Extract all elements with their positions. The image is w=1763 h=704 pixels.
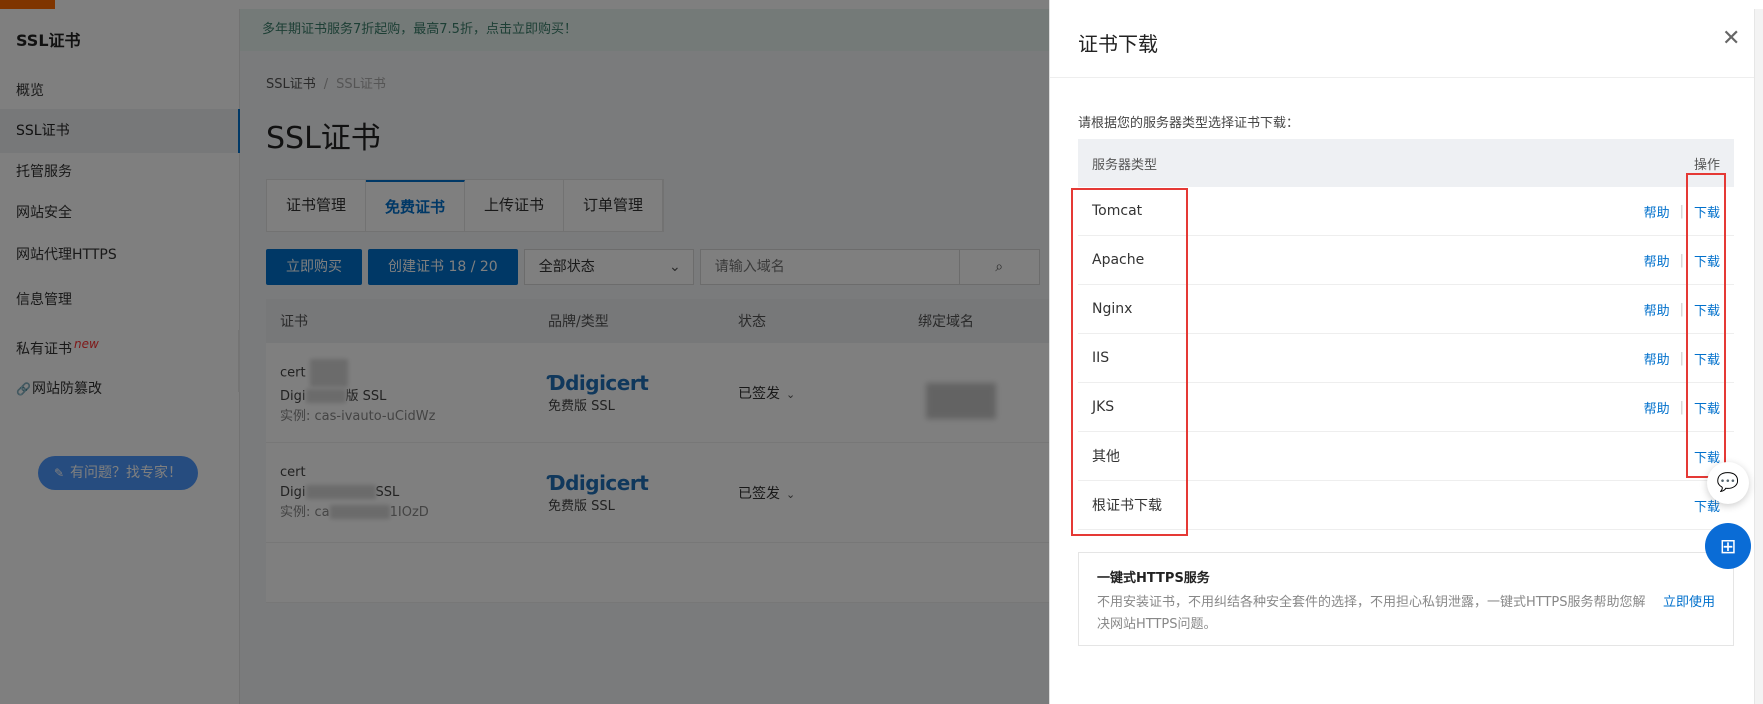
https-desc: 不用安装证书，不用纠结各种安全套件的选择，不用担心私钥泄露，一键式HTTPS服务… bbox=[1097, 595, 1646, 632]
server-table-header: 服务器类型 操作 bbox=[1078, 139, 1734, 187]
drawer-title: 证书下载 bbox=[1078, 32, 1158, 56]
highlight-server-types bbox=[1071, 188, 1188, 536]
divider: | bbox=[1679, 399, 1684, 415]
scrollbar[interactable] bbox=[1754, 9, 1763, 704]
help-link[interactable]: 帮助 bbox=[1644, 398, 1670, 417]
divider: | bbox=[1679, 301, 1684, 317]
help-link[interactable]: 帮助 bbox=[1644, 349, 1670, 368]
col-server-type: 服务器类型 bbox=[1092, 157, 1158, 173]
drawer-header: 证书下载 ✕ bbox=[1050, 0, 1763, 78]
help-link[interactable]: 帮助 bbox=[1644, 251, 1670, 270]
chat-icon[interactable]: 💬 bbox=[1707, 462, 1749, 504]
divider: | bbox=[1679, 203, 1684, 219]
help-link[interactable]: 帮助 bbox=[1644, 202, 1670, 221]
divider: | bbox=[1679, 350, 1684, 366]
divider: | bbox=[1679, 252, 1684, 268]
drawer-hint: 请根据您的服务器类型选择证书下载： bbox=[1078, 116, 1300, 131]
help-link[interactable]: 帮助 bbox=[1644, 300, 1670, 319]
https-service-card: 一键式HTTPS服务 不用安装证书，不用纠结各种安全套件的选择，不用担心私钥泄露… bbox=[1078, 552, 1734, 646]
https-title: 一键式HTTPS服务 bbox=[1097, 571, 1210, 586]
col-ops: 操作 bbox=[1693, 157, 1720, 173]
close-icon[interactable]: ✕ bbox=[1722, 28, 1740, 50]
highlight-download-links bbox=[1686, 173, 1726, 478]
apps-icon[interactable]: ⊞ bbox=[1705, 523, 1751, 569]
use-now-link[interactable]: 立即使用 bbox=[1663, 591, 1715, 610]
